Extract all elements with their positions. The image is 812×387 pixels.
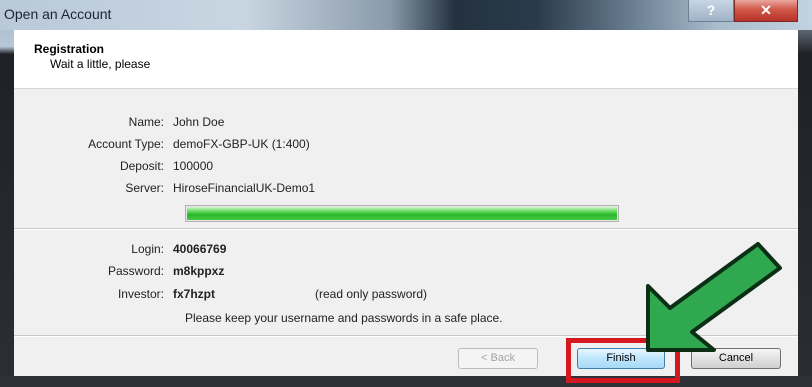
password-value: m8kppxz [173, 264, 225, 278]
title-bar[interactable]: Open an Account ? ✕ [0, 0, 812, 30]
account-type-row: Account Type: demoFX-GBP-UK (1:400) [14, 136, 798, 152]
investor-value: fx7hzpt [173, 287, 215, 301]
deposit-row: Deposit: 100000 [14, 158, 798, 174]
name-value: John Doe [173, 115, 225, 129]
login-label: Login: [131, 242, 164, 256]
pointer-arrow-icon [646, 242, 782, 352]
server-label: Server: [125, 181, 164, 195]
safety-notice: Please keep your username and passwords … [185, 311, 503, 325]
window-frame-left [0, 0, 14, 387]
header-panel: Registration Wait a little, please [14, 30, 798, 89]
window-title: Open an Account [4, 6, 112, 22]
window-bottom-frame [0, 376, 812, 387]
investor-label: Investor: [117, 287, 164, 301]
header-title: Registration [34, 42, 105, 56]
deposit-label: Deposit: [119, 159, 164, 173]
help-button[interactable]: ? [688, 0, 734, 22]
password-label: Password: [107, 264, 164, 278]
server-row: Server: HiroseFinancialUK-Demo1 [14, 180, 798, 196]
name-label: Name: [128, 115, 164, 129]
account-type-label: Account Type: [88, 137, 164, 151]
name-row: Name: John Doe [14, 114, 798, 130]
help-icon: ? [706, 2, 716, 18]
back-button[interactable]: < Back [458, 348, 538, 369]
section-divider [14, 228, 798, 230]
server-value: HiroseFinancialUK-Demo1 [173, 181, 316, 195]
deposit-value: 100000 [173, 159, 214, 173]
registration-progress-bar [185, 205, 619, 222]
investor-note: (read only password) [315, 287, 428, 301]
window-frame-right [798, 0, 812, 387]
close-icon: ✕ [760, 2, 772, 18]
header-subtitle: Wait a little, please [50, 57, 151, 71]
login-value: 40066769 [173, 242, 227, 256]
account-type-value: demoFX-GBP-UK (1:400) [173, 137, 310, 151]
progress-fill [187, 207, 617, 220]
close-button[interactable]: ✕ [734, 0, 798, 22]
